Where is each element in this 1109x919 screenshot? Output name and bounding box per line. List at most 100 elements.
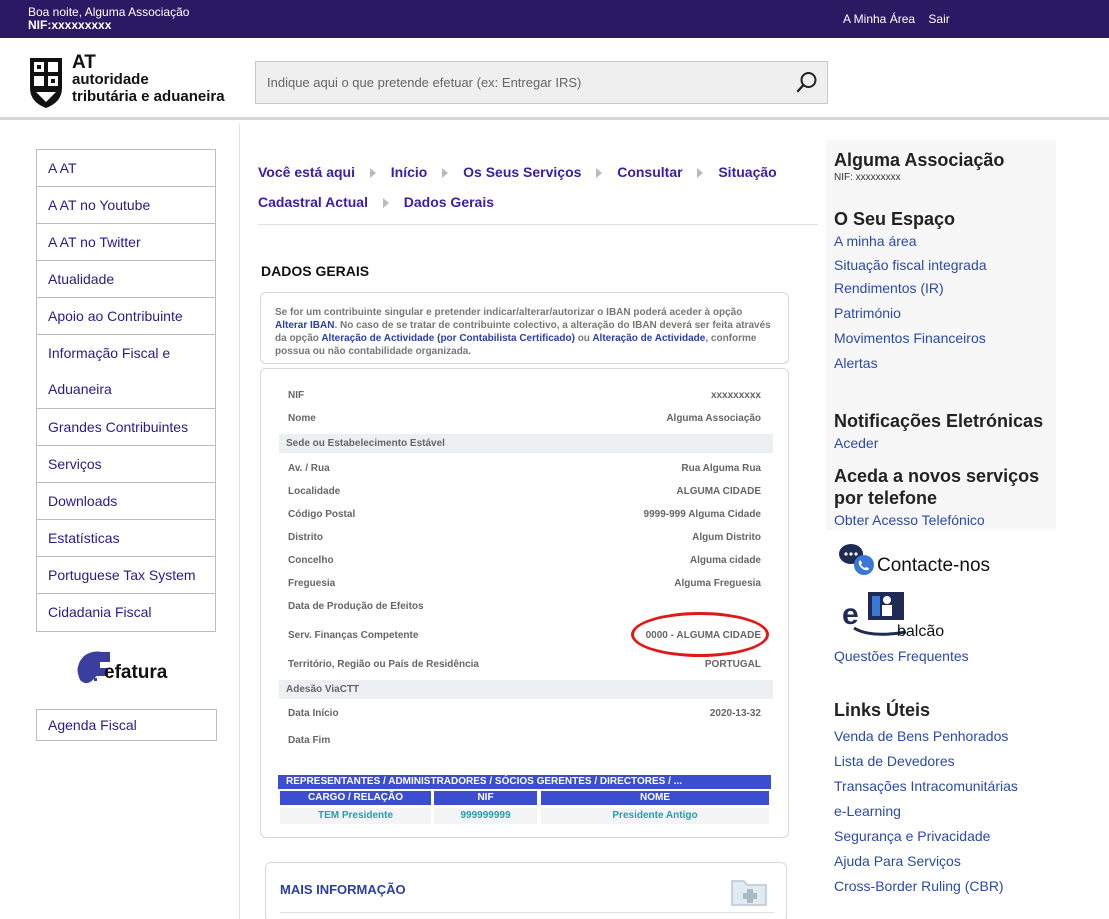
breadcrumb-here: Você está aqui bbox=[258, 164, 356, 180]
telefone-title-2: por telefone bbox=[834, 488, 938, 508]
logo-line2: autoridade bbox=[72, 71, 149, 88]
detail-value: 9999-999 Alguma Cidade bbox=[643, 509, 761, 520]
link-movimentos[interactable]: Movimentos Financeiros bbox=[834, 330, 986, 346]
user-greeting: Boa noite, Alguma Associação NIF:xxxxxxx… bbox=[28, 6, 189, 32]
link-minha-area[interactable]: A minha área bbox=[834, 233, 917, 249]
detail-value: Alguma cidade bbox=[689, 555, 761, 566]
detail-row-concelho: Concelho Alguma cidade bbox=[288, 555, 761, 569]
breadcrumb-dados-gerais[interactable]: Dados Gerais bbox=[404, 194, 494, 210]
chat-phone-icon bbox=[839, 544, 874, 575]
expand-folder-icon[interactable] bbox=[730, 873, 770, 909]
link-questoes-frequentes[interactable]: Questões Frequentes bbox=[834, 648, 969, 664]
link-aceder[interactable]: Aceder bbox=[834, 435, 878, 451]
menu-item-atualidade[interactable]: Atualidade bbox=[37, 261, 215, 298]
menu-item-servicos[interactable]: Serviços bbox=[37, 446, 215, 483]
agenda-fiscal-link[interactable]: Agenda Fiscal bbox=[36, 709, 217, 741]
detail-label: Freguesia bbox=[288, 578, 336, 589]
breadcrumb-consultar[interactable]: Consultar bbox=[617, 164, 682, 180]
detail-label: Território, Região ou País de Residência bbox=[288, 659, 479, 670]
menu-item-estatisticas[interactable]: Estatísticas bbox=[37, 520, 215, 557]
link-rendimentos[interactable]: Rendimentos (IR) bbox=[834, 280, 944, 296]
page-title: DADOS GERAIS bbox=[261, 263, 370, 279]
notice-text-1: Se for um contribuinte singular e preten… bbox=[275, 307, 743, 318]
menu-item-tax-system[interactable]: Portuguese Tax System bbox=[37, 557, 215, 594]
notice-text-3: ou bbox=[577, 333, 590, 344]
detail-label: Distrito bbox=[288, 532, 323, 543]
detail-row-codigo-postal: Código Postal 9999-999 Alguma Cidade bbox=[288, 509, 761, 523]
link-elearning[interactable]: e-Learning bbox=[834, 803, 901, 819]
logout-link[interactable]: Sair bbox=[928, 12, 949, 26]
link-ajuda-servicos[interactable]: Ajuda Para Serviços bbox=[834, 853, 961, 869]
detail-label: Data de Produção de Efeitos bbox=[288, 601, 424, 612]
menu-item-twitter[interactable]: A AT no Twitter bbox=[37, 224, 215, 261]
detail-value: PORTUGAL bbox=[704, 659, 761, 670]
breadcrumb-servicos[interactable]: Os Seus Serviços bbox=[463, 164, 581, 180]
org-nif: NIF: xxxxxxxxx bbox=[834, 172, 901, 183]
logo-line3: tributária e aduaneira bbox=[72, 88, 225, 105]
link-situacao-fiscal[interactable]: Situação fiscal integrada bbox=[834, 257, 987, 273]
site-header: AT autoridade tributária e aduaneira bbox=[0, 38, 1109, 120]
detail-value: 2020-13-32 bbox=[709, 708, 761, 719]
link-alertas[interactable]: Alertas bbox=[834, 355, 878, 371]
links-uteis-title: Links Úteis bbox=[834, 700, 931, 720]
left-sidebar: A AT A AT no Youtube A AT no Twitter Atu… bbox=[0, 123, 240, 919]
contacte-nos-button[interactable]: Contacte-nos bbox=[838, 543, 998, 577]
ebalcao-label: balcão bbox=[897, 623, 945, 640]
alteracao-actividade-cc-link[interactable]: Alteração de Actividade (por Contabilist… bbox=[321, 333, 575, 344]
breadcrumb-separator-icon bbox=[596, 168, 603, 179]
menu-item-youtube[interactable]: A AT no Youtube bbox=[37, 187, 215, 224]
detail-label: Nome bbox=[288, 413, 316, 424]
menu-item-grandes-contribuintes[interactable]: Grandes Contribuintes bbox=[37, 409, 215, 446]
at-logo[interactable]: AT autoridade tributária e aduaneira bbox=[28, 53, 243, 110]
column-header-nome: NOME bbox=[541, 791, 769, 805]
detail-value: ALGUMA CIDADE bbox=[676, 486, 761, 497]
detail-row-data-fim: Data Fim bbox=[288, 735, 761, 749]
detail-value: Algum Distrito bbox=[692, 532, 761, 543]
search-input[interactable] bbox=[256, 62, 786, 103]
highlight-oval bbox=[631, 612, 769, 657]
section-sede: Sede ou Estabelecimento Estável bbox=[279, 434, 773, 453]
menu-item-cidadania[interactable]: Cidadania Fiscal bbox=[37, 594, 215, 631]
seu-espaco-title: O Seu Espaço bbox=[834, 209, 956, 229]
search-icon[interactable] bbox=[795, 70, 819, 94]
breadcrumb-separator-icon bbox=[369, 168, 376, 179]
cell-nome: Presidente Antigo bbox=[541, 808, 769, 824]
link-patrimonio[interactable]: Património bbox=[834, 305, 901, 321]
alterar-iban-link[interactable]: Alterar IBAN bbox=[275, 320, 334, 331]
detail-label: Localidade bbox=[288, 486, 341, 497]
detail-label: Data Fim bbox=[288, 735, 331, 746]
breadcrumb-separator-icon bbox=[442, 168, 449, 179]
menu-item-a-at[interactable]: A AT bbox=[37, 150, 215, 187]
link-cross-border[interactable]: Cross-Border Ruling (CBR) bbox=[834, 878, 1004, 894]
my-area-link[interactable]: A Minha Área bbox=[843, 12, 915, 26]
notificacoes-title: Notificações Eletrónicas bbox=[834, 411, 1044, 431]
user-nif: NIF:xxxxxxxxx bbox=[28, 18, 112, 32]
detail-label: Serv. Finanças Competente bbox=[288, 630, 419, 641]
cell-cargo: TEM Presidente bbox=[280, 808, 431, 824]
menu-item-informacao[interactable]: Informação Fiscal e Aduaneira bbox=[37, 335, 215, 409]
link-acesso-telefonico[interactable]: Obter Acesso Telefónico bbox=[834, 512, 985, 528]
link-intracomunitarias[interactable]: Transações Intracomunitárias bbox=[834, 778, 1018, 794]
svg-text:e: e bbox=[842, 598, 859, 631]
representantes-title: REPRESENTANTES / ADMINISTRADORES / SÓCIO… bbox=[278, 775, 771, 789]
breadcrumb-separator-icon bbox=[697, 168, 704, 179]
detail-value: xxxxxxxxx bbox=[710, 390, 761, 401]
efatura-logo[interactable]: efatura bbox=[74, 648, 180, 690]
link-lista-devedores[interactable]: Lista de Devedores bbox=[834, 753, 955, 769]
detail-label: Concelho bbox=[288, 555, 334, 566]
breadcrumb-inicio[interactable]: Início bbox=[391, 164, 428, 180]
detail-row-nif: NIF xxxxxxxxx bbox=[288, 390, 761, 404]
detail-value: Alguma Associação bbox=[666, 413, 761, 424]
menu-item-downloads[interactable]: Downloads bbox=[37, 483, 215, 520]
detail-row-localidade: Localidade ALGUMA CIDADE bbox=[288, 486, 761, 500]
link-seguranca[interactable]: Segurança e Privacidade bbox=[834, 828, 990, 844]
detail-value: Rua Alguma Rua bbox=[681, 463, 761, 474]
top-links: A Minha Área Sair bbox=[843, 12, 960, 26]
link-bens-penhorados[interactable]: Venda de Bens Penhorados bbox=[834, 728, 1008, 744]
detail-row-data-inicio: Data Início 2020-13-32 bbox=[288, 708, 761, 722]
alteracao-actividade-link[interactable]: Alteração de Actividade bbox=[592, 333, 705, 344]
menu-item-apoio[interactable]: Apoio ao Contribuinte bbox=[37, 298, 215, 335]
ebalcao-button[interactable]: e balcão bbox=[840, 588, 956, 642]
mais-informacao-title[interactable]: MAIS INFORMAÇÃO bbox=[280, 882, 406, 897]
column-header-nif: NIF bbox=[434, 791, 537, 805]
